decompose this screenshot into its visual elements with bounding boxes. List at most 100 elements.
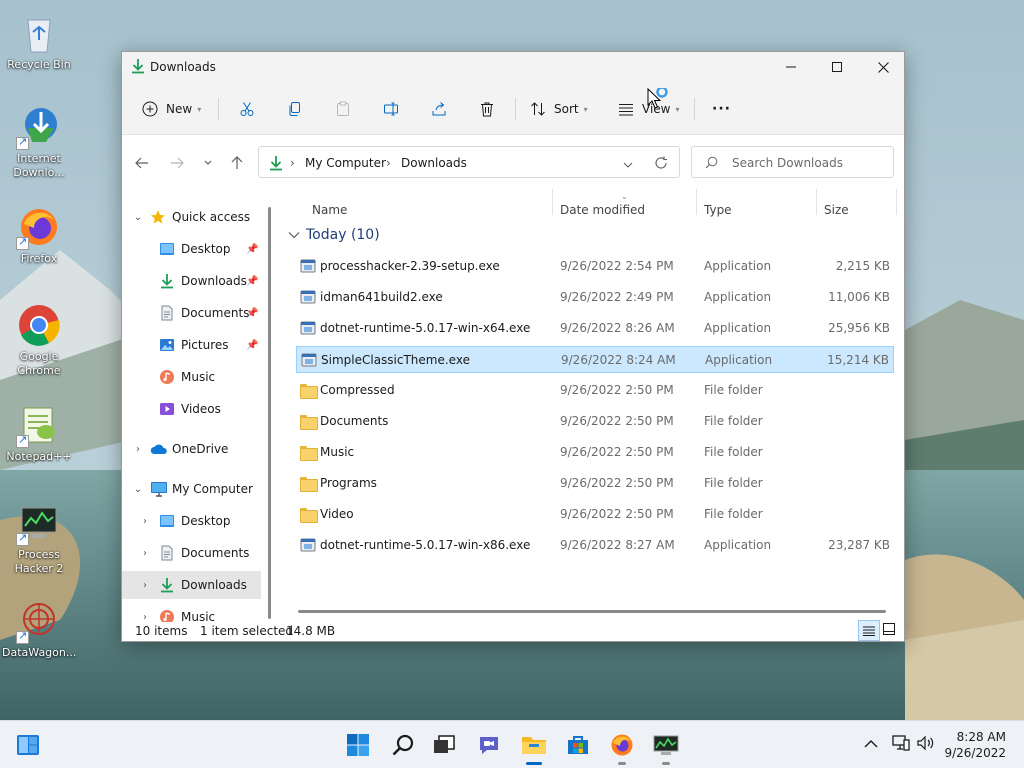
desktop-icon-recycle-bin[interactable]: Recycle Bin bbox=[2, 10, 76, 72]
desktop-icon-label: Notepad++ bbox=[6, 450, 72, 463]
sidebar-item-my-computer[interactable]: ⌄ My Computer bbox=[122, 475, 261, 503]
sidebar-item-pictures[interactable]: Pictures 📌 bbox=[122, 331, 261, 359]
clock[interactable]: 8:28 AM 9/26/2022 bbox=[944, 729, 1006, 761]
column-header-type[interactable]: Type bbox=[704, 203, 732, 217]
volume-button[interactable] bbox=[917, 735, 935, 753]
up-button[interactable] bbox=[226, 153, 248, 173]
sidebar-item-documents[interactable]: Documents 📌 bbox=[122, 299, 261, 327]
pin-icon[interactable]: 📌 bbox=[246, 276, 258, 287]
desktop-icon-datawagon[interactable]: DataWagon... bbox=[2, 598, 76, 660]
search-button[interactable] bbox=[383, 729, 423, 761]
sidebar-item-downloads-pc[interactable]: › Downloads bbox=[122, 571, 261, 599]
group-header-today[interactable]: Today (10) bbox=[288, 227, 380, 243]
breadcrumb-downloads[interactable]: Downloads bbox=[401, 156, 467, 170]
column-header-name[interactable]: Name bbox=[312, 203, 347, 217]
file-row[interactable]: dotnet-runtime-5.0.17-win-x86.exe 9/26/20… bbox=[296, 532, 894, 559]
sort-button[interactable]: Sort ▾ bbox=[530, 94, 588, 124]
file-row[interactable]: dotnet-runtime-5.0.17-win-x64.exe 9/26/20… bbox=[296, 315, 894, 342]
chevron-right-icon[interactable]: › bbox=[133, 444, 143, 455]
chevron-down-icon[interactable]: ⌄ bbox=[133, 484, 143, 495]
desktop-icon-process-hacker[interactable]: Process Hacker 2 bbox=[2, 500, 76, 576]
pin-icon[interactable]: 📌 bbox=[246, 308, 258, 319]
notepad-plus-plus-icon bbox=[16, 402, 62, 448]
column-separator[interactable] bbox=[816, 189, 817, 215]
desktop-icon-firefox[interactable]: Firefox bbox=[2, 204, 76, 266]
desktop-icon-internet-download-manager[interactable]: Internet Downlo... bbox=[2, 104, 76, 180]
sidebar-item-onedrive[interactable]: › OneDrive bbox=[122, 435, 261, 463]
file-explorer-button[interactable] bbox=[514, 729, 554, 765]
file-row[interactable]: Documents 9/26/2022 2:50 PM File folder bbox=[296, 408, 894, 435]
chevron-right-icon[interactable]: › bbox=[140, 580, 150, 591]
delete-button[interactable] bbox=[479, 94, 495, 124]
file-row[interactable]: SimpleClassicTheme.exe 9/26/2022 8:24 AM A… bbox=[296, 346, 894, 373]
pin-icon[interactable]: 📌 bbox=[246, 340, 258, 351]
see-more-button[interactable]: ··· bbox=[712, 94, 731, 124]
desktop-icon-notepad-plus-plus[interactable]: Notepad++ bbox=[2, 402, 76, 464]
file-row[interactable]: idman641build2.exe 9/26/2022 2:49 PM Appli… bbox=[296, 284, 894, 311]
share-button[interactable] bbox=[431, 94, 447, 124]
sidebar-item-videos[interactable]: Videos bbox=[122, 395, 261, 423]
task-view-button[interactable] bbox=[424, 729, 464, 761]
file-row[interactable]: processhacker-2.39-setup.exe 9/26/2022 2:… bbox=[296, 253, 894, 280]
refresh-icon[interactable] bbox=[654, 156, 668, 173]
desktop-icon-label: DataWagon... bbox=[2, 646, 77, 659]
store-button[interactable] bbox=[558, 729, 598, 761]
sidebar-item-music-pc[interactable]: › Music bbox=[122, 603, 261, 622]
application-icon bbox=[300, 258, 316, 274]
column-separator[interactable] bbox=[552, 189, 553, 215]
sidebar-item-music[interactable]: Music bbox=[122, 363, 261, 391]
network-button[interactable] bbox=[892, 735, 910, 754]
sidebar-item-documents-pc[interactable]: › Documents bbox=[122, 539, 261, 567]
videos-icon bbox=[159, 401, 175, 417]
sidebar-item-desktop[interactable]: Desktop 📌 bbox=[122, 235, 261, 263]
sidebar-item-desktop-pc[interactable]: › Desktop bbox=[122, 507, 261, 535]
chevron-right-icon[interactable]: › bbox=[140, 548, 150, 559]
back-button[interactable] bbox=[131, 153, 153, 173]
pin-icon[interactable]: 📌 bbox=[246, 244, 258, 255]
details-view-button[interactable] bbox=[858, 620, 880, 641]
forward-button[interactable] bbox=[166, 153, 188, 173]
desktop-icon-chrome[interactable]: Google Chrome bbox=[2, 302, 76, 378]
sidebar-item-downloads[interactable]: Downloads 📌 bbox=[122, 267, 261, 295]
paste-button[interactable] bbox=[335, 94, 351, 124]
desktop-icon-label: Firefox bbox=[20, 252, 58, 265]
sidebar-item-quick-access[interactable]: ⌄ Quick access bbox=[122, 203, 261, 231]
address-bar[interactable]: › My Computer › Downloads bbox=[258, 146, 680, 178]
selection-count: 1 item selected bbox=[200, 624, 294, 638]
chevron-right-icon[interactable]: › bbox=[140, 612, 150, 623]
chevron-right-icon[interactable]: › bbox=[140, 516, 150, 527]
cut-button[interactable] bbox=[239, 94, 255, 124]
column-header-size[interactable]: Size bbox=[824, 203, 849, 217]
rename-button[interactable] bbox=[383, 94, 399, 124]
chevron-down-icon[interactable]: ⌄ bbox=[133, 212, 143, 223]
show-hidden-icons-button[interactable] bbox=[864, 738, 878, 752]
new-button[interactable]: New ▾ bbox=[142, 94, 201, 124]
search-input[interactable]: Search Downloads bbox=[691, 146, 894, 178]
breadcrumb-my-computer[interactable]: My Computer bbox=[305, 156, 386, 170]
firefox-button[interactable] bbox=[602, 729, 642, 765]
close-button[interactable] bbox=[860, 52, 906, 82]
downloads-icon bbox=[269, 155, 283, 174]
column-header-date-modified[interactable]: Date modified bbox=[560, 203, 645, 217]
start-button[interactable] bbox=[338, 729, 378, 761]
column-separator[interactable] bbox=[696, 189, 697, 215]
file-date-modified: 9/26/2022 2:50 PM bbox=[560, 383, 674, 397]
file-row[interactable]: Music 9/26/2022 2:50 PM File folder bbox=[296, 439, 894, 466]
file-type: File folder bbox=[704, 445, 763, 459]
file-row[interactable]: Programs 9/26/2022 2:50 PM File folder bbox=[296, 470, 894, 497]
copy-button[interactable] bbox=[287, 94, 303, 124]
navigation-scrollbar[interactable] bbox=[268, 207, 271, 619]
title-bar[interactable]: Downloads bbox=[122, 52, 904, 82]
column-separator[interactable] bbox=[896, 189, 897, 215]
file-row[interactable]: Video 9/26/2022 2:50 PM File folder bbox=[296, 501, 894, 528]
address-history-chevron-icon[interactable] bbox=[623, 158, 633, 172]
large-icons-view-button[interactable] bbox=[883, 623, 895, 638]
minimize-button[interactable] bbox=[768, 52, 814, 82]
chat-button[interactable] bbox=[469, 729, 509, 761]
horizontal-scrollbar[interactable] bbox=[298, 610, 886, 613]
recent-locations-button[interactable] bbox=[197, 153, 219, 173]
process-hacker-button[interactable] bbox=[646, 729, 686, 765]
file-row[interactable]: Compressed 9/26/2022 2:50 PM File folder bbox=[296, 377, 894, 404]
maximize-button[interactable] bbox=[814, 52, 860, 82]
show-desktop-widget-button[interactable] bbox=[8, 729, 48, 761]
